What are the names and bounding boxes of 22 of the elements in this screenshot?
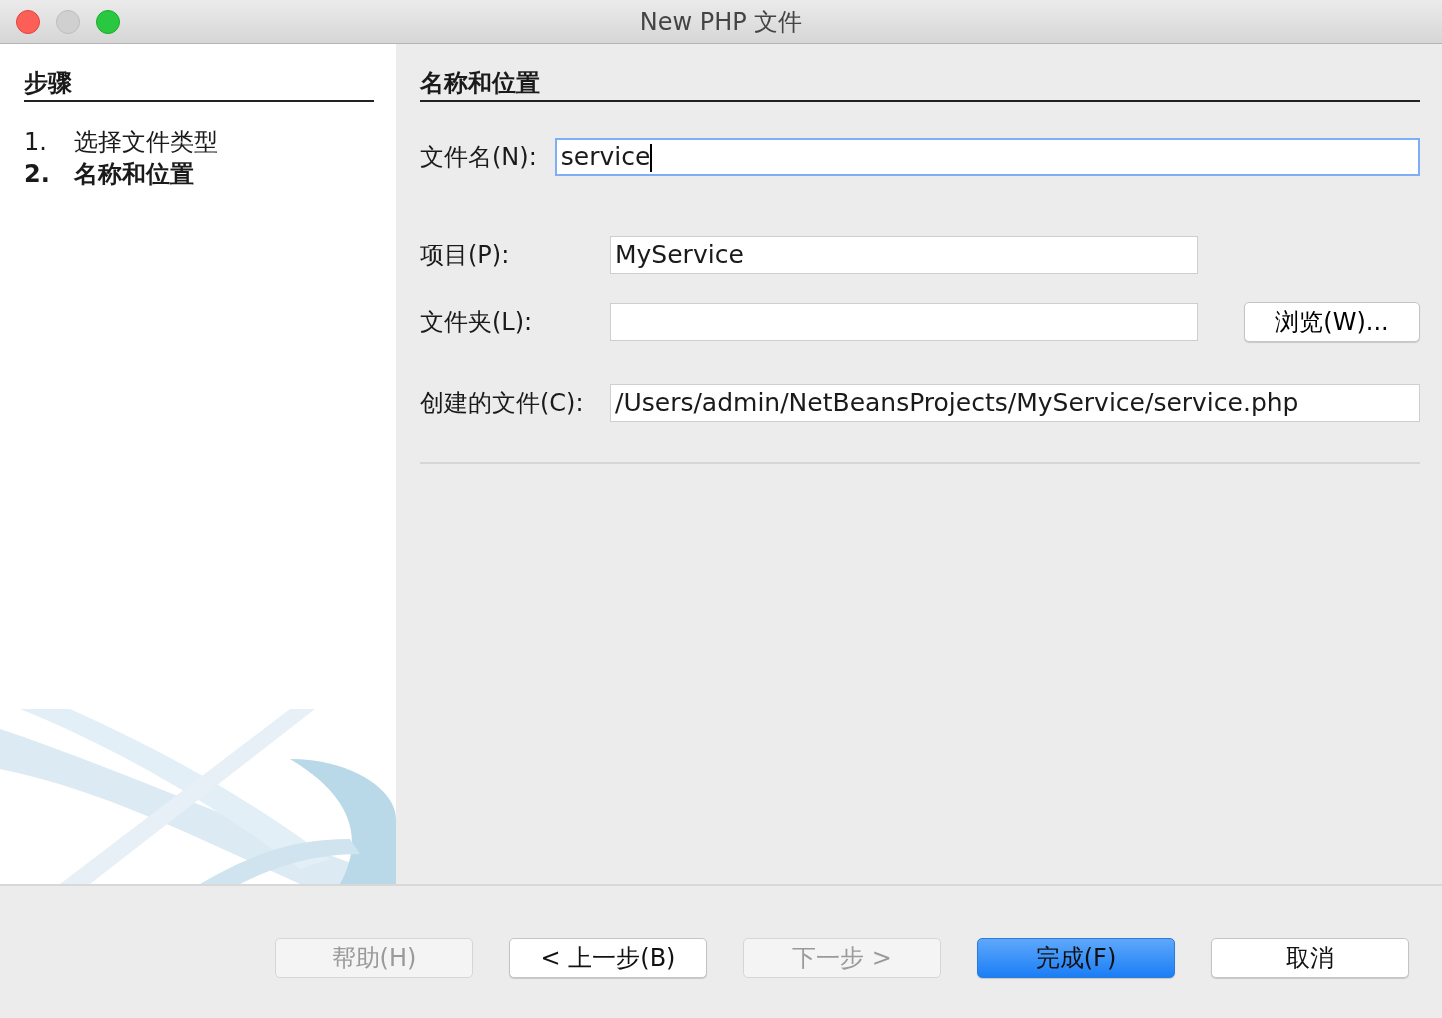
step-number: 1. bbox=[24, 127, 48, 158]
dialog-button[interactable]: 完成(F) bbox=[977, 938, 1175, 978]
step-number: 2. bbox=[24, 159, 51, 190]
field-label: 创建的文件(C): bbox=[420, 388, 585, 419]
input-field[interactable] bbox=[610, 303, 1198, 341]
dialog-button[interactable]: < 上一步(B) bbox=[509, 938, 707, 978]
input-field[interactable]: /Users/admin/NetBeansProjects/MyService/service.php bbox=[610, 384, 1420, 422]
minimize-icon bbox=[56, 10, 80, 34]
step-label: 名称和位置 bbox=[74, 160, 194, 188]
window-title: New PHP 文件 bbox=[639, 7, 803, 38]
zoom-icon[interactable] bbox=[96, 10, 120, 34]
field-label: 项目(P): bbox=[420, 240, 511, 271]
field-label: 文件名(N): bbox=[420, 142, 537, 173]
browse-button[interactable]: 浏览(W)... bbox=[1244, 302, 1420, 342]
dialog-button[interactable]: 取消 bbox=[1211, 938, 1409, 978]
close-icon[interactable] bbox=[16, 10, 40, 34]
section-heading: 名称和位置 bbox=[420, 66, 1420, 102]
input-field[interactable]: service bbox=[554, 138, 1420, 176]
input-field[interactable]: MyService bbox=[610, 236, 1198, 274]
step-label: 选择文件类型 bbox=[74, 128, 218, 156]
steps-heading: 步骤 bbox=[24, 66, 374, 102]
field-label: 文件夹(L): bbox=[420, 307, 534, 338]
